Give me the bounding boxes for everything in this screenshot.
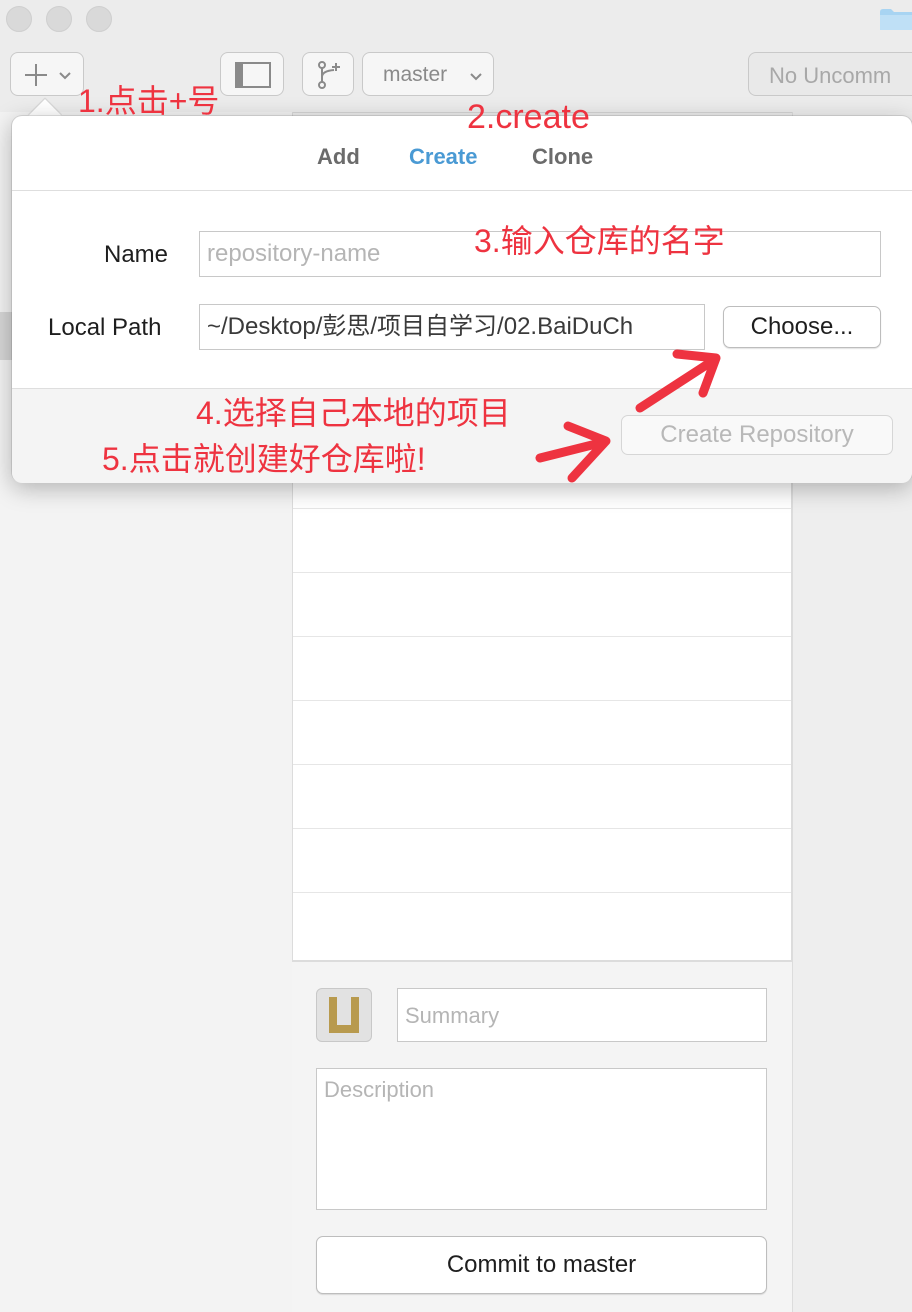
- list-divider: [292, 508, 792, 509]
- choose-button[interactable]: Choose...: [723, 306, 881, 348]
- toolbar: master No Uncomm: [0, 0, 912, 113]
- summary-input[interactable]: Summary: [397, 988, 767, 1042]
- local-path-label: Local Path: [48, 314, 162, 341]
- tab-clone[interactable]: Clone: [532, 144, 593, 170]
- commit-panel: Summary Description Commit to master: [292, 960, 792, 1312]
- folder-icon: [880, 8, 912, 30]
- zoom-window-button[interactable]: [86, 6, 112, 32]
- popover-divider: [12, 190, 912, 191]
- list-divider: [292, 764, 792, 765]
- list-divider: [292, 828, 792, 829]
- list-divider: [292, 700, 792, 701]
- list-border: [791, 480, 792, 960]
- local-path-input[interactable]: ~/Desktop/彭思/项目自学习/02.BaiDuCh: [199, 304, 705, 350]
- sync-status-button[interactable]: No Uncomm: [748, 52, 912, 96]
- plus-icon: [23, 62, 49, 93]
- new-branch-button[interactable]: [302, 52, 354, 96]
- avatar: [316, 988, 372, 1042]
- toggle-sidebar-button[interactable]: [220, 52, 284, 96]
- sidebar-selected-row[interactable]: [0, 312, 12, 360]
- add-repository-popover: Add Create Clone Name repository-name Lo…: [12, 116, 912, 483]
- tab-add[interactable]: Add: [317, 144, 360, 170]
- close-window-button[interactable]: [6, 6, 32, 32]
- changes-list: [292, 480, 792, 960]
- minimize-window-button[interactable]: [46, 6, 72, 32]
- description-input[interactable]: Description: [316, 1068, 767, 1210]
- chevron-down-icon: [469, 69, 483, 87]
- chevron-down-icon: [58, 68, 72, 86]
- branch-selector[interactable]: master: [362, 52, 494, 96]
- list-border: [292, 480, 293, 960]
- list-divider: [292, 636, 792, 637]
- branch-name-label: master: [383, 63, 448, 86]
- list-divider: [292, 572, 792, 573]
- sync-status-label: No Uncomm: [769, 63, 892, 88]
- create-repository-button[interactable]: Create Repository: [621, 415, 893, 455]
- tab-create[interactable]: Create: [409, 144, 477, 170]
- list-divider: [292, 892, 792, 893]
- avatar-identicon-icon: [329, 997, 359, 1033]
- repository-name-input[interactable]: repository-name: [199, 231, 881, 277]
- branch-icon: [316, 61, 344, 94]
- name-label: Name: [104, 241, 169, 268]
- add-repository-button[interactable]: [10, 52, 84, 96]
- commit-button[interactable]: Commit to master: [316, 1236, 767, 1294]
- sidebar-icon: [235, 62, 271, 93]
